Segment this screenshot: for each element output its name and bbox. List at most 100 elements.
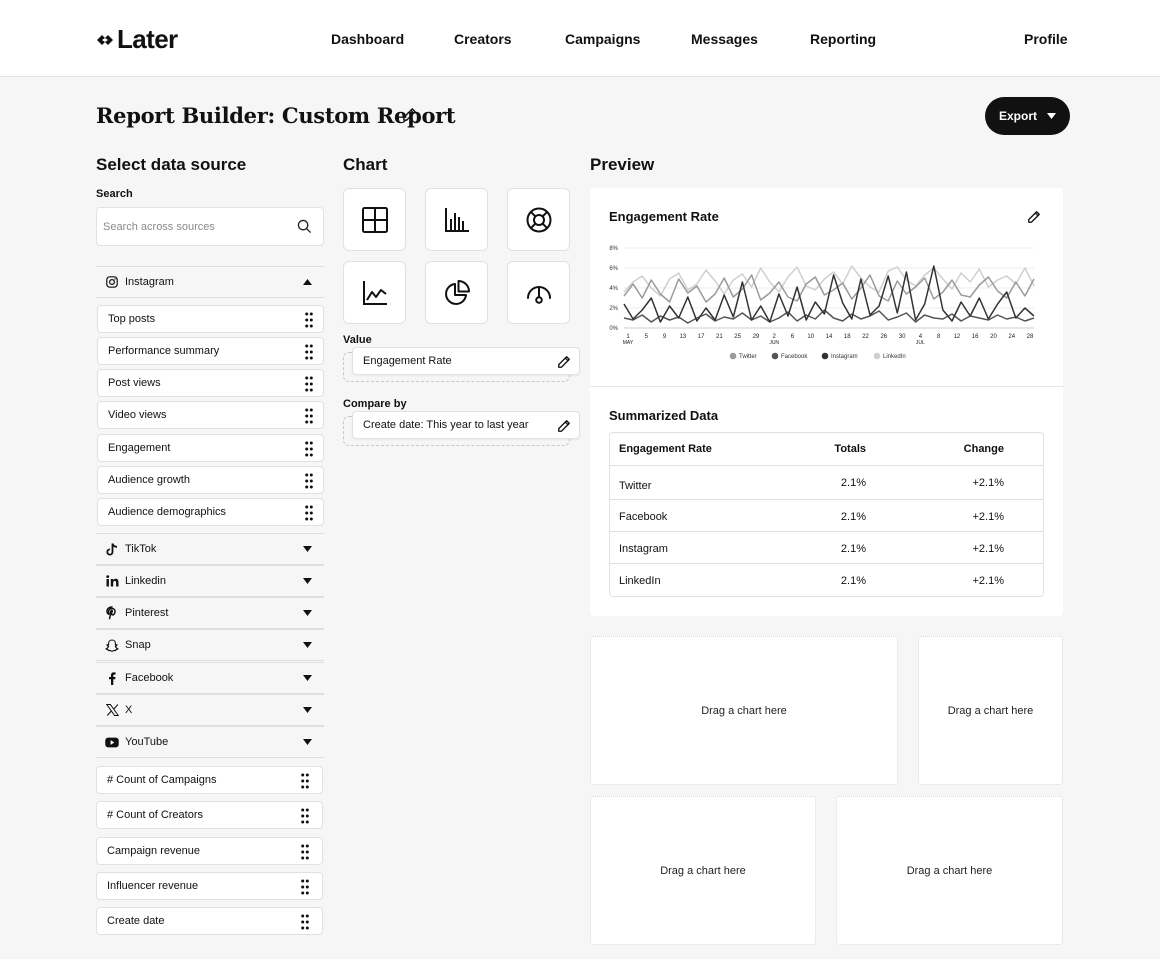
x-tick-label: 5 — [645, 334, 649, 340]
nav-creators[interactable]: Creators — [454, 31, 512, 47]
field-create-date[interactable]: Create date — [96, 907, 323, 935]
table-cell-change: +2.1% — [972, 575, 1005, 587]
pie-chart-icon — [444, 279, 470, 305]
legend-label: Twitter — [739, 354, 757, 360]
drop-zone-label: Drag a chart here — [701, 704, 787, 717]
drag-handle-icon[interactable] — [305, 505, 313, 521]
drag-handle-icon[interactable] — [305, 408, 313, 424]
x-tick-label: 12 — [954, 334, 961, 340]
table-header-totals: Totals — [834, 443, 866, 455]
drag-handle-icon[interactable] — [305, 344, 313, 360]
field-label: Influencer revenue — [107, 880, 199, 892]
chart-type-donut[interactable] — [507, 188, 570, 251]
source-header-linkedin[interactable]: Linkedin — [96, 565, 324, 597]
x-tick-label: 18 — [844, 334, 851, 340]
instagram-icon — [105, 275, 119, 289]
nav-reporting[interactable]: Reporting — [810, 31, 876, 47]
nav-messages[interactable]: Messages — [691, 31, 758, 47]
legend-swatch — [729, 352, 737, 360]
engagement-line-chart: 0%2%4%6%8% 1 5 9 13 17 21 25 29 2 6 10 14 18 22 26 30 4 8… — [609, 246, 1035, 360]
drag-handle-icon[interactable] — [305, 473, 313, 489]
edit-title-pencil-icon[interactable] — [402, 107, 417, 127]
source-header-facebook[interactable]: Facebook — [96, 662, 324, 694]
chart-drop-zone[interactable]: Drag a chart here — [590, 796, 816, 945]
drag-handle-icon[interactable] — [305, 376, 313, 392]
table-cell-platform: Twitter — [619, 480, 652, 492]
pinterest-icon — [105, 606, 119, 620]
search-icon[interactable] — [297, 219, 312, 234]
drag-handle-icon[interactable] — [301, 879, 309, 895]
chart-type-pie[interactable] — [425, 261, 488, 324]
drag-handle-icon[interactable] — [301, 808, 309, 824]
chart-drop-zone[interactable]: Drag a chart here — [836, 796, 1063, 945]
table-cell-total: 2.1% — [840, 543, 866, 555]
x-tick-label: 9 — [663, 334, 667, 340]
edit-value-pencil-icon[interactable] — [557, 355, 571, 372]
data-source-title: Select data source — [96, 155, 247, 174]
field-audience-demographics[interactable]: Audience demographics — [97, 498, 324, 526]
x-tick-label: 24 — [1008, 334, 1015, 340]
chart-type-bar[interactable] — [425, 188, 488, 251]
drag-handle-icon[interactable] — [301, 914, 309, 930]
x-tick-label: 29 — [753, 334, 760, 340]
value-pill[interactable]: Engagement Rate — [352, 347, 580, 375]
nav-profile[interactable]: Profile — [1024, 31, 1068, 47]
field-count-of-campaigns[interactable]: # Count of Campaigns — [96, 766, 323, 794]
nav-campaigns[interactable]: Campaigns — [565, 31, 640, 47]
legend-label: Facebook — [781, 354, 808, 360]
source-header-instagram[interactable]: Instagram — [96, 266, 324, 298]
nav-dashboard[interactable]: Dashboard — [331, 31, 404, 47]
y-tick-label: 0% — [609, 326, 618, 332]
chart-type-line[interactable] — [343, 261, 406, 324]
field-video-views[interactable]: Video views — [97, 401, 324, 429]
x-tick-label: 13 — [679, 334, 686, 340]
chart-section-title: Chart — [343, 155, 388, 174]
search-field — [96, 207, 324, 246]
legend-swatch — [873, 352, 881, 360]
source-header-tiktok[interactable]: TikTok — [96, 533, 324, 565]
chart-drop-zone[interactable]: Drag a chart here — [918, 636, 1063, 785]
later-logo[interactable]: Later — [96, 24, 178, 55]
preview-section-title: Preview — [590, 155, 655, 174]
drag-handle-icon[interactable] — [301, 773, 309, 789]
edit-compare-pencil-icon[interactable] — [557, 419, 571, 436]
field-audience-growth[interactable]: Audience growth — [97, 466, 324, 494]
export-button[interactable]: Export — [985, 97, 1070, 135]
table-cell-total: 2.1% — [840, 477, 866, 489]
x-tick-label: 30 — [899, 334, 906, 340]
drag-handle-icon[interactable] — [301, 844, 309, 860]
chart-type-table[interactable] — [343, 188, 406, 251]
drag-handle-icon[interactable] — [305, 312, 313, 328]
drop-zone-label: Drag a chart here — [660, 864, 746, 877]
field-label: Audience growth — [108, 474, 190, 486]
line-chart-icon — [362, 280, 387, 305]
field-top-posts[interactable]: Top posts — [97, 305, 324, 333]
field-performance-summary[interactable]: Performance summary — [97, 337, 324, 365]
field-influencer-revenue[interactable]: Influencer revenue — [96, 872, 323, 900]
table-grid-icon — [361, 206, 388, 233]
caret-down-icon — [303, 578, 312, 584]
export-button-label: Export — [998, 109, 1037, 123]
later-logo-icon — [97, 34, 113, 45]
source-header-pinterest[interactable]: Pinterest — [96, 597, 324, 629]
source-header-youtube[interactable]: YouTube — [96, 726, 324, 758]
field-campaign-revenue[interactable]: Campaign revenue — [96, 837, 323, 865]
table-cell-platform: LinkedIn — [619, 575, 661, 587]
logo-text: Later — [117, 24, 178, 54]
drag-handle-icon[interactable] — [305, 441, 313, 457]
compare-pill[interactable]: Create date: This year to last year — [352, 411, 580, 439]
field-label: Performance summary — [108, 345, 220, 357]
field-count-of-creators[interactable]: # Count of Creators — [96, 801, 323, 829]
table-cell-total: 2.1% — [840, 575, 866, 587]
chart-drop-zone[interactable]: Drag a chart here — [590, 636, 898, 785]
source-header-x[interactable]: X — [96, 694, 324, 726]
x-tick-label: 25 — [734, 334, 741, 340]
x-month-label: JUL — [916, 340, 925, 346]
chart-type-gauge[interactable] — [507, 261, 570, 324]
table-header-row: Engagement Rate Totals Change — [610, 433, 1043, 466]
source-header-snap[interactable]: Snap — [96, 629, 324, 661]
field-post-views[interactable]: Post views — [97, 369, 324, 397]
field-engagement[interactable]: Engagement — [97, 434, 324, 462]
search-input[interactable] — [103, 216, 283, 238]
edit-chart-pencil-icon[interactable] — [1027, 210, 1041, 229]
